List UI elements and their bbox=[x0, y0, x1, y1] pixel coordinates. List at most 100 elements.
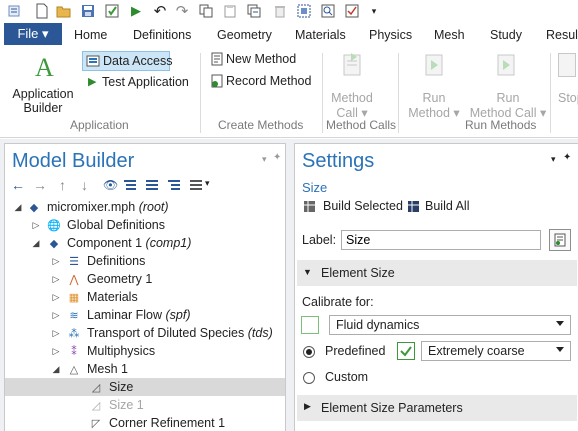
predefined-size-select[interactable]: Extremely coarse bbox=[421, 341, 571, 361]
tree-item-label: Materials bbox=[87, 290, 138, 304]
move-up-icon[interactable]: ↑ bbox=[59, 177, 66, 193]
expand-arrow-icon[interactable]: ▷ bbox=[51, 310, 61, 320]
expand-arrow-icon: ▶ bbox=[304, 401, 311, 411]
application-builder-button[interactable]: A Application Builder bbox=[12, 51, 73, 115]
file-menu-button[interactable]: File ▾ bbox=[4, 23, 62, 45]
pin-icon[interactable]: ✦ bbox=[563, 152, 571, 163]
expand-sections-icon[interactable] bbox=[123, 178, 137, 195]
select-icon[interactable] bbox=[296, 3, 312, 19]
undo-icon[interactable]: ↶ bbox=[152, 3, 168, 20]
tab-materials[interactable]: Materials bbox=[295, 28, 346, 42]
tree-item-label: Component 1 bbox=[67, 236, 143, 250]
check-icon[interactable] bbox=[344, 3, 360, 19]
predefined-radio[interactable] bbox=[303, 346, 315, 358]
app-menu-icon[interactable] bbox=[6, 3, 22, 19]
tree-item-laminar-flow[interactable]: ▷ ≋ Laminar Flow (spf) bbox=[5, 306, 285, 324]
predefined-label: Predefined bbox=[325, 344, 386, 358]
back-arrow-icon[interactable]: ← bbox=[11, 177, 25, 193]
test-application-button[interactable]: ▶ Test Application bbox=[84, 74, 194, 92]
section-element-size[interactable]: ▼ Element Size bbox=[297, 260, 577, 286]
data-access-button[interactable]: Data Access bbox=[82, 51, 172, 71]
tab-definitions[interactable]: Definitions bbox=[133, 28, 191, 42]
tree-item-label: Multiphysics bbox=[87, 344, 156, 358]
tree-item-size-1[interactable]: ◿ Size 1 bbox=[5, 396, 285, 414]
expand-arrow-icon[interactable]: ▷ bbox=[51, 328, 61, 338]
test-app-icon[interactable] bbox=[104, 3, 120, 19]
tab-geometry[interactable]: Geometry bbox=[217, 28, 272, 42]
collapse-arrow-icon: ▼ bbox=[303, 267, 312, 277]
collapse-all-icon[interactable] bbox=[145, 178, 159, 195]
tree-item-tag: (tds) bbox=[247, 326, 273, 340]
tab-home[interactable]: Home bbox=[74, 28, 107, 42]
open-folder-icon[interactable] bbox=[56, 3, 72, 19]
tab-mesh[interactable]: Mesh bbox=[434, 28, 465, 42]
tree-item-label: Global Definitions bbox=[67, 218, 165, 232]
tree-item-tag: (comp1) bbox=[145, 236, 192, 250]
collapse-arrow-icon[interactable]: ◢ bbox=[13, 202, 23, 212]
expand-all-icon[interactable] bbox=[167, 178, 181, 195]
save-icon[interactable] bbox=[80, 3, 96, 19]
customize-dropdown-icon[interactable]: ▾ bbox=[366, 3, 382, 19]
label-reset-icon[interactable] bbox=[549, 229, 571, 251]
stop-button[interactable]: Stop bbox=[556, 51, 578, 115]
tree-item-geometry[interactable]: ▷ ⋀ Geometry 1 bbox=[5, 270, 285, 288]
record-method-button[interactable]: Record Method bbox=[208, 73, 320, 91]
tree-item-label: Definitions bbox=[87, 254, 146, 268]
panel-menu-icon[interactable]: ▾ bbox=[551, 154, 556, 165]
view-options-icon[interactable] bbox=[189, 178, 203, 195]
tree-item-component[interactable]: ◢ ◆ Component 1 (comp1) bbox=[5, 234, 285, 252]
build-all-button[interactable]: Build All bbox=[407, 199, 477, 215]
view-options-dropdown-icon[interactable]: ▾ bbox=[205, 178, 210, 189]
label-input[interactable] bbox=[341, 230, 541, 250]
paste-icon[interactable] bbox=[222, 3, 238, 19]
custom-radio[interactable] bbox=[303, 372, 315, 384]
tree-item-mesh[interactable]: ◢ △ Mesh 1 bbox=[5, 360, 285, 378]
chevron-down-icon bbox=[556, 347, 564, 352]
new-method-label: New Method bbox=[226, 52, 297, 66]
ribbon-separator bbox=[398, 53, 399, 133]
model-builder-toolbar: ← → ↑ ↓ 👁 ▾ bbox=[5, 177, 285, 195]
show-icon[interactable]: 👁 bbox=[103, 178, 118, 192]
pin-icon[interactable]: ✦ bbox=[273, 152, 281, 163]
tree-item-transport[interactable]: ▷ ⁂ Transport of Diluted Species (tds) bbox=[5, 324, 285, 342]
laminar-flow-icon: ≋ bbox=[69, 309, 79, 322]
tree-item-label: Mesh 1 bbox=[87, 362, 128, 376]
multiphysics-icon: ⁑ bbox=[71, 345, 77, 358]
new-method-button[interactable]: New Method bbox=[208, 51, 318, 69]
run-method-call-button[interactable]: Run Method Call ▾ bbox=[468, 51, 548, 120]
tree-item-definitions[interactable]: ▷ ☰ Definitions bbox=[5, 252, 285, 270]
section-element-size-parameters[interactable]: ▶ Element Size Parameters bbox=[297, 395, 577, 421]
expand-arrow-icon[interactable]: ▷ bbox=[51, 274, 61, 284]
redo-icon[interactable]: ↷ bbox=[174, 3, 190, 20]
expand-arrow-icon[interactable]: ▷ bbox=[51, 292, 61, 302]
tree-item-multiphysics[interactable]: ▷ ⁑ Multiphysics bbox=[5, 342, 285, 360]
tree-item-global-definitions[interactable]: ▷ 🌐 Global Definitions bbox=[5, 216, 285, 234]
move-down-icon[interactable]: ↓ bbox=[81, 177, 88, 193]
expand-arrow-icon[interactable]: ▷ bbox=[51, 346, 61, 356]
tab-physics[interactable]: Physics bbox=[369, 28, 412, 42]
expand-arrow-icon[interactable]: ▷ bbox=[31, 220, 41, 230]
tree-item-size[interactable]: ◿ Size bbox=[5, 378, 285, 396]
tab-results[interactable]: Result bbox=[546, 28, 578, 42]
ribbon-separator bbox=[200, 53, 201, 133]
delete-icon[interactable] bbox=[272, 3, 288, 19]
tab-study[interactable]: Study bbox=[490, 28, 522, 42]
run-icon[interactable]: ▶ bbox=[128, 3, 144, 19]
collapse-arrow-icon[interactable]: ◢ bbox=[51, 364, 61, 374]
collapse-arrow-icon[interactable]: ◢ bbox=[31, 238, 41, 248]
tree-item-root[interactable]: ◢ ◆ micromixer.mph (root) bbox=[5, 198, 285, 216]
copy-icon[interactable] bbox=[198, 3, 214, 19]
panel-menu-icon[interactable]: ▾ bbox=[262, 154, 267, 165]
calibrate-for-select[interactable]: Fluid dynamics bbox=[329, 315, 571, 335]
new-file-icon[interactable] bbox=[34, 3, 50, 19]
zoom-icon[interactable] bbox=[320, 3, 336, 19]
forward-arrow-icon[interactable]: → bbox=[33, 177, 47, 193]
tree-item-corner-refinement[interactable]: ◸ Corner Refinement 1 bbox=[5, 414, 285, 431]
run-method-button[interactable]: Run Method ▾ bbox=[404, 51, 464, 120]
build-selected-button[interactable]: Build Selected bbox=[303, 199, 403, 215]
method-call-button[interactable]: Method Call ▾ bbox=[326, 51, 378, 120]
tree-item-materials[interactable]: ▷ ▦ Materials bbox=[5, 288, 285, 306]
build-all-icon bbox=[407, 200, 420, 216]
expand-arrow-icon[interactable]: ▷ bbox=[51, 256, 61, 266]
duplicate-icon[interactable] bbox=[246, 3, 262, 19]
